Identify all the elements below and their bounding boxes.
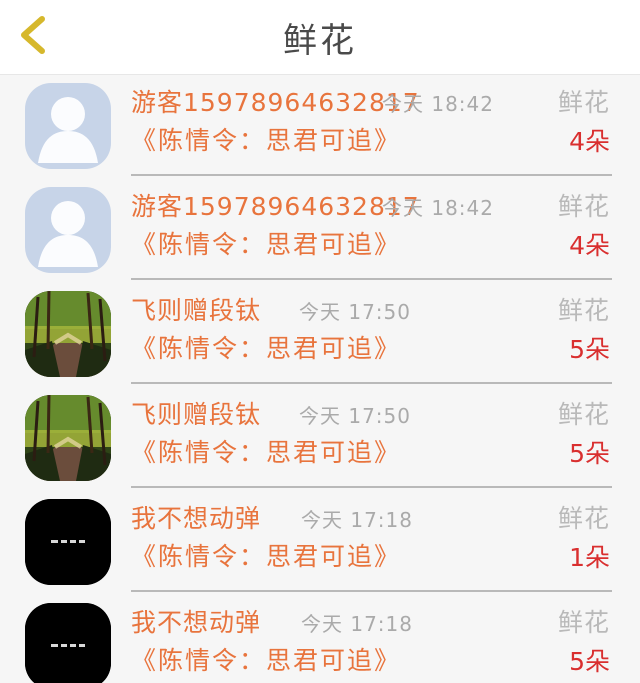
black-avatar-image-icon — [25, 603, 111, 683]
row-divider — [131, 590, 612, 592]
forest-road-avatar[interactable] — [25, 291, 111, 377]
forest-road-image-icon — [25, 395, 111, 481]
book-title[interactable]: 《陈情令：思君可追》 — [131, 126, 401, 156]
forest-road-avatar[interactable] — [25, 395, 111, 481]
user-name[interactable]: 游客15978964632817 — [131, 192, 420, 222]
flower-list-page: 鲜花 游客15978964632817 今天 18:42 《陈情令：思君可追》 … — [0, 0, 640, 683]
timestamp: 今天 17:50 — [299, 404, 411, 428]
gift-count: 1朵 — [569, 543, 610, 572]
top-navigation-bar: 鲜花 — [0, 0, 640, 75]
timestamp: 今天 17:18 — [301, 508, 413, 532]
gift-type-label: 鲜花 — [557, 504, 610, 533]
default-user-avatar[interactable] — [25, 187, 111, 273]
gift-count: 5朵 — [569, 647, 610, 676]
gift-type-label: 鲜花 — [557, 296, 610, 325]
timestamp: 今天 17:18 — [301, 612, 413, 636]
gift-record-item[interactable]: 游客15978964632817 今天 18:42 《陈情令：思君可追》 鲜花 … — [0, 75, 640, 179]
person-silhouette-icon — [38, 97, 98, 163]
gift-type-label: 鲜花 — [557, 608, 610, 637]
user-name[interactable]: 我不想动弹 — [131, 608, 261, 638]
row-divider — [131, 174, 612, 176]
black-text-avatar[interactable] — [25, 603, 111, 683]
gift-record-item[interactable]: 飞则赠段钛 今天 17:50 《陈情令：思君可追》 鲜花 5朵 — [0, 283, 640, 387]
user-name[interactable]: 飞则赠段钛 — [131, 296, 261, 326]
forest-road-image-icon — [25, 291, 111, 377]
gift-type-label: 鲜花 — [557, 192, 610, 221]
gift-record-item[interactable]: 游客15978964632817 今天 18:42 《陈情令：思君可追》 鲜花 … — [0, 179, 640, 283]
book-title[interactable]: 《陈情令：思君可追》 — [131, 542, 401, 572]
page-title: 鲜花 — [283, 21, 357, 61]
default-user-avatar[interactable] — [25, 83, 111, 169]
gift-count: 5朵 — [569, 439, 610, 468]
black-text-avatar[interactable] — [25, 499, 111, 585]
timestamp: 今天 18:42 — [382, 92, 494, 116]
user-name[interactable]: 飞则赠段钛 — [131, 400, 261, 430]
book-title[interactable]: 《陈情令：思君可追》 — [131, 334, 401, 364]
book-title[interactable]: 《陈情令：思君可追》 — [131, 230, 401, 260]
gift-record-item[interactable]: 飞则赠段钛 今天 17:50 《陈情令：思君可追》 鲜花 5朵 — [0, 387, 640, 491]
row-divider — [131, 382, 612, 384]
user-name[interactable]: 我不想动弹 — [131, 504, 261, 534]
black-avatar-image-icon — [25, 499, 111, 585]
gift-record-item[interactable]: 我不想动弹 今天 17:18 《陈情令：思君可追》 鲜花 5朵 — [0, 595, 640, 683]
person-silhouette-icon — [38, 201, 98, 267]
gift-count: 4朵 — [569, 127, 610, 156]
gift-type-label: 鲜花 — [557, 400, 610, 429]
user-name[interactable]: 游客15978964632817 — [131, 88, 420, 118]
gift-count: 5朵 — [569, 335, 610, 364]
timestamp: 今天 18:42 — [382, 196, 494, 220]
gift-record-list: 游客15978964632817 今天 18:42 《陈情令：思君可追》 鲜花 … — [0, 75, 640, 683]
row-divider — [131, 278, 612, 280]
gift-type-label: 鲜花 — [557, 88, 610, 117]
book-title[interactable]: 《陈情令：思君可追》 — [131, 646, 401, 676]
gift-record-item[interactable]: 我不想动弹 今天 17:18 《陈情令：思君可追》 鲜花 1朵 — [0, 491, 640, 595]
gift-count: 4朵 — [569, 231, 610, 260]
book-title[interactable]: 《陈情令：思君可追》 — [131, 438, 401, 468]
row-divider — [131, 486, 612, 488]
timestamp: 今天 17:50 — [299, 300, 411, 324]
